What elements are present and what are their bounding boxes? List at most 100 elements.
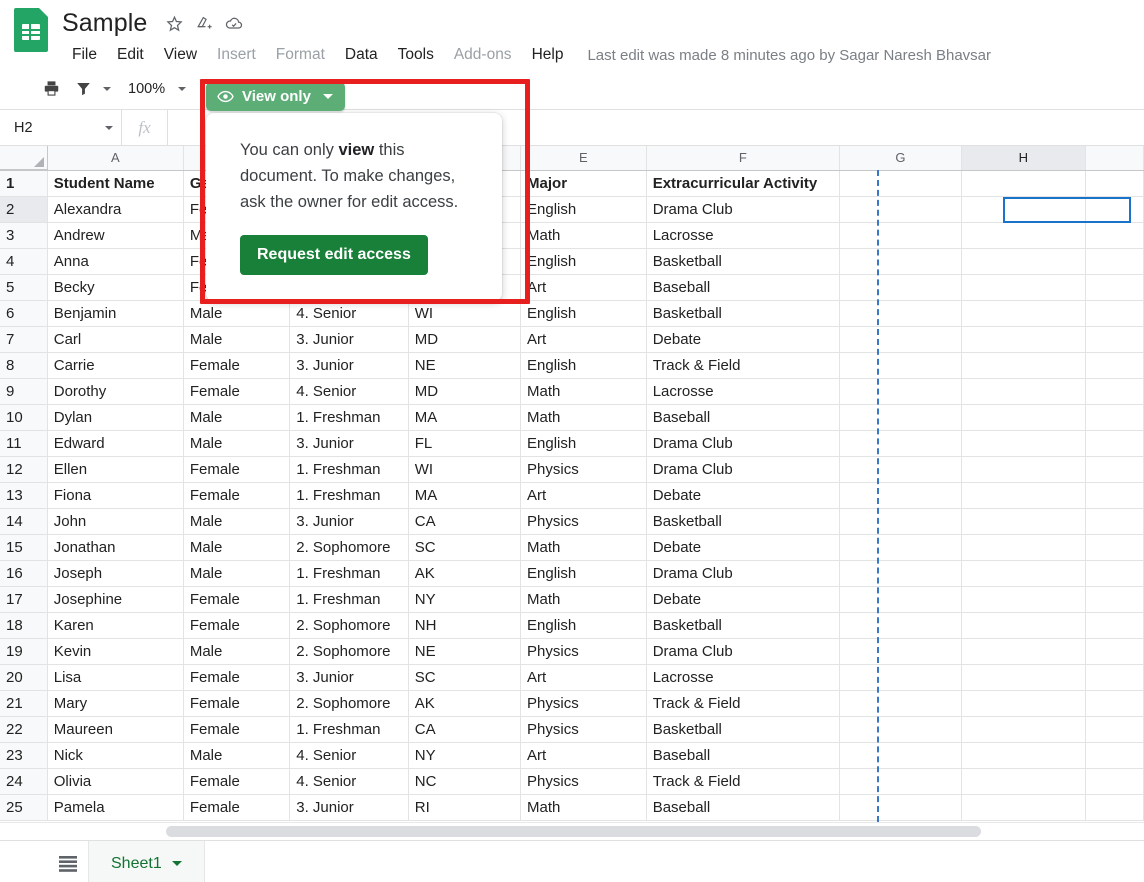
cell-e3[interactable]: Math [520,222,647,249]
cell-a18[interactable]: Karen [47,612,184,639]
cell-c22[interactable]: 1. Freshman [289,716,409,743]
cell-a6[interactable]: Benjamin [47,300,184,327]
cloud-saved-icon[interactable] [221,10,247,36]
cell-i3[interactable] [1085,222,1144,249]
cell-b14[interactable]: Male [183,508,291,535]
row-number[interactable]: 6 [0,300,48,327]
cell-b24[interactable]: Female [183,768,291,795]
cell-h23[interactable] [961,742,1086,769]
row-number[interactable]: 23 [0,742,48,769]
cell-c24[interactable]: 4. Senior [289,768,409,795]
cell-i15[interactable] [1085,534,1144,561]
cell-g22[interactable] [839,716,962,743]
cell-f3[interactable]: Lacrosse [646,222,841,249]
cell-a10[interactable]: Dylan [47,404,184,431]
cell-h25[interactable] [961,794,1086,821]
cell-b23[interactable]: Male [183,742,291,769]
all-sheets-icon[interactable] [48,844,88,882]
cell-h14[interactable] [961,508,1086,535]
column-header-e[interactable]: E [520,146,647,171]
cell-b10[interactable]: Male [183,404,291,431]
cell-b22[interactable]: Female [183,716,291,743]
zoom-level[interactable]: 100% [116,81,173,97]
cell-g13[interactable] [839,482,962,509]
cell-h19[interactable] [961,638,1086,665]
row-number[interactable]: 18 [0,612,48,639]
cell-a23[interactable]: Nick [47,742,184,769]
cell-d6[interactable]: WI [408,300,522,327]
cell-g25[interactable] [839,794,962,821]
cell-h22[interactable] [961,716,1086,743]
cell-h12[interactable] [961,456,1086,483]
last-edit-status[interactable]: Last edit was made 8 minutes ago by Saga… [587,47,991,64]
cell-b16[interactable]: Male [183,560,291,587]
menu-item-file[interactable]: File [62,43,107,67]
cell-d22[interactable]: CA [408,716,522,743]
spreadsheet-grid[interactable]: A B C D E F G H 1 Student Name Gender Cl… [0,146,1144,822]
cell-e7[interactable]: Art [520,326,647,353]
cell-c17[interactable]: 1. Freshman [289,586,409,613]
cell-e19[interactable]: Physics [520,638,647,665]
cell-i10[interactable] [1085,404,1144,431]
row-number[interactable]: 14 [0,508,48,535]
cell-g23[interactable] [839,742,962,769]
cell-a1[interactable]: Student Name [47,170,184,197]
cell-i19[interactable] [1085,638,1144,665]
menu-item-data[interactable]: Data [335,43,388,67]
cell-e20[interactable]: Art [520,664,647,691]
print-icon[interactable] [36,74,66,104]
cell-b21[interactable]: Female [183,690,291,717]
row-number[interactable]: 25 [0,794,48,821]
cell-d25[interactable]: RI [408,794,522,821]
menu-item-help[interactable]: Help [522,43,574,67]
cell-c20[interactable]: 3. Junior [289,664,409,691]
cell-i22[interactable] [1085,716,1144,743]
cell-a20[interactable]: Lisa [47,664,184,691]
cell-h6[interactable] [961,300,1086,327]
cell-a3[interactable]: Andrew [47,222,184,249]
cell-i4[interactable] [1085,248,1144,275]
menu-item-addons[interactable]: Add-ons [444,43,522,67]
cell-b8[interactable]: Female [183,352,291,379]
cell-g3[interactable] [839,222,962,249]
cell-g16[interactable] [839,560,962,587]
cell-h21[interactable] [961,690,1086,717]
cell-g5[interactable] [839,274,962,301]
cell-e23[interactable]: Art [520,742,647,769]
horizontal-scrollbar[interactable] [0,822,1144,840]
cell-a13[interactable]: Fiona [47,482,184,509]
cell-h24[interactable] [961,768,1086,795]
cell-a19[interactable]: Kevin [47,638,184,665]
move-to-folder-icon[interactable] [191,10,217,36]
cell-h11[interactable] [961,430,1086,457]
cell-a24[interactable]: Olivia [47,768,184,795]
cell-g8[interactable] [839,352,962,379]
cell-a15[interactable]: Jonathan [47,534,184,561]
row-number[interactable]: 3 [0,222,48,249]
cell-g11[interactable] [839,430,962,457]
cell-f4[interactable]: Basketball [646,248,841,275]
cell-c21[interactable]: 2. Sophomore [289,690,409,717]
cell-i1[interactable] [1085,170,1144,197]
cell-i8[interactable] [1085,352,1144,379]
cell-d11[interactable]: FL [408,430,522,457]
cell-h3[interactable] [961,222,1086,249]
cell-g20[interactable] [839,664,962,691]
cell-c7[interactable]: 3. Junior [289,326,409,353]
cell-h9[interactable] [961,378,1086,405]
cell-b25[interactable]: Female [183,794,291,821]
name-box-caret-icon[interactable] [105,125,113,130]
cell-h17[interactable] [961,586,1086,613]
star-icon[interactable] [161,10,187,36]
page-title[interactable]: Sample [58,8,151,38]
cell-b19[interactable]: Male [183,638,291,665]
cell-d13[interactable]: MA [408,482,522,509]
cell-f10[interactable]: Baseball [646,404,841,431]
cell-g24[interactable] [839,768,962,795]
cell-h20[interactable] [961,664,1086,691]
cell-i6[interactable] [1085,300,1144,327]
filter-icon[interactable] [68,74,98,104]
cell-g10[interactable] [839,404,962,431]
filter-dropdown-caret-icon[interactable] [100,75,114,103]
row-number[interactable]: 16 [0,560,48,587]
